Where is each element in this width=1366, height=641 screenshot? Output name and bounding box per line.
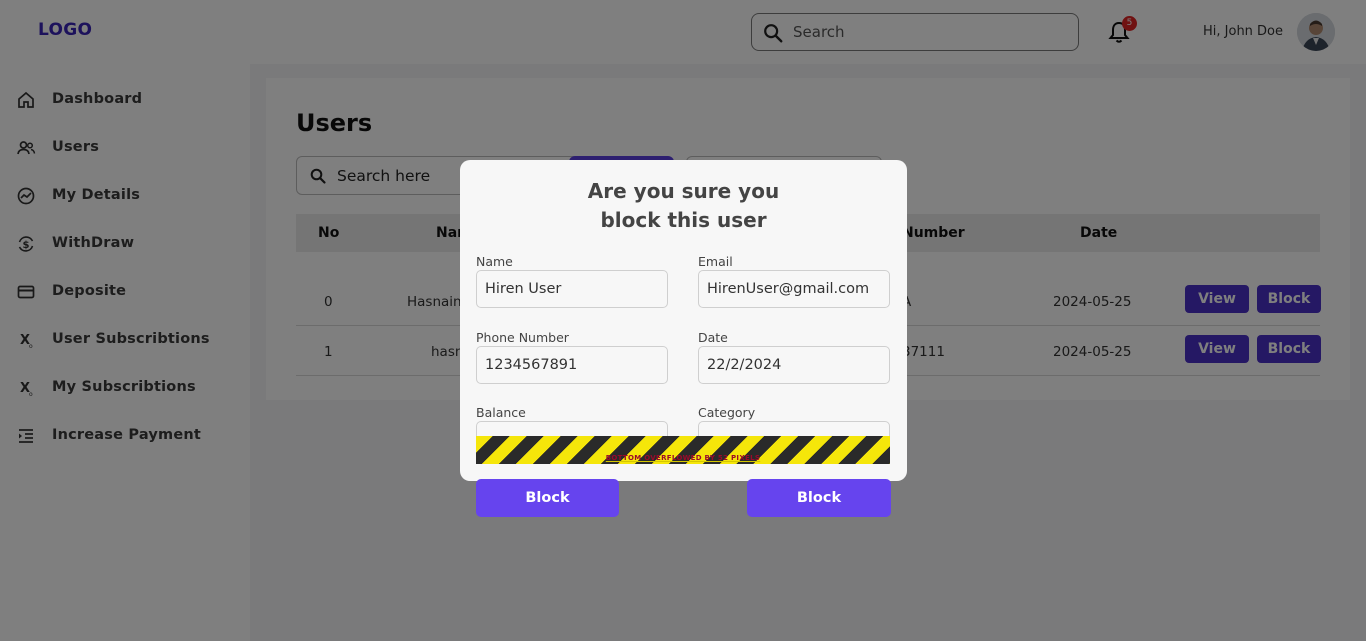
dialog-title-line2: block this user: [600, 208, 767, 232]
phone-field[interactable]: 1234567891: [476, 346, 668, 384]
block-user-dialog: Are you sure you block this user Name Hi…: [460, 160, 907, 481]
overflow-warning-text: BOTTOM OVERFLOWED BY 52 PIXELS: [605, 454, 761, 462]
date-field[interactable]: 22/2/2024: [698, 346, 890, 384]
block-confirm-button-left[interactable]: Block: [476, 479, 619, 517]
dialog-title: Are you sure you block this user: [460, 177, 907, 235]
category-label: Category: [698, 405, 756, 420]
name-label: Name: [476, 254, 513, 269]
name-field[interactable]: Hiren User: [476, 270, 668, 308]
email-field[interactable]: HirenUser@gmail.com: [698, 270, 890, 308]
overflow-warning-stripe: BOTTOM OVERFLOWED BY 52 PIXELS: [476, 436, 890, 464]
email-label: Email: [698, 254, 733, 269]
phone-label: Phone Number: [476, 330, 569, 345]
block-confirm-button-right[interactable]: Block: [747, 479, 891, 517]
date-label: Date: [698, 330, 728, 345]
dialog-title-line1: Are you sure you: [587, 179, 780, 203]
balance-label: Balance: [476, 405, 526, 420]
